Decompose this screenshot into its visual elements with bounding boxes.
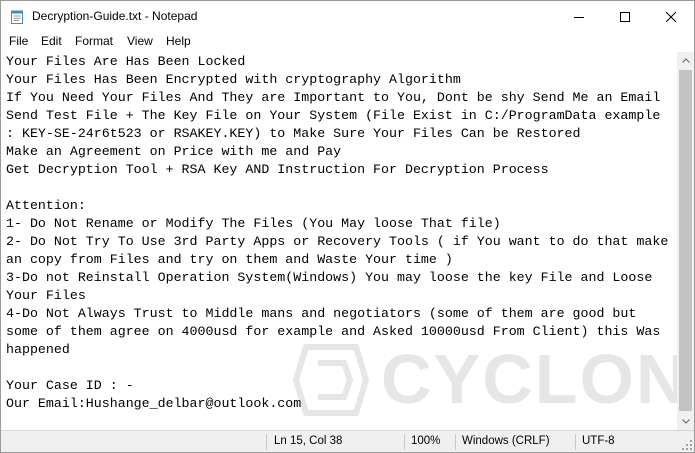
scroll-down-button[interactable] [677, 413, 694, 430]
menu-file[interactable]: File [9, 34, 28, 48]
text-line: Get Decryption Tool + RSA Key AND Instru… [6, 162, 549, 177]
title-bar[interactable]: Decryption-Guide.txt - Notepad [1, 1, 694, 32]
close-icon [666, 11, 676, 22]
text-line: Our Email:Hushange_delbar@outlook.com [6, 396, 302, 411]
status-bar: Ln 15, Col 38 100% Windows (CRLF) UTF-8 [1, 430, 694, 452]
text-line: 3-Do not Reinstall Operation System(Wind… [6, 270, 653, 285]
maximize-button[interactable] [602, 1, 648, 32]
status-divider [404, 434, 405, 450]
minimize-icon [574, 16, 584, 18]
chevron-up-icon [681, 58, 690, 63]
window-title: Decryption-Guide.txt - Notepad [32, 9, 198, 23]
text-line: Your Files Are Has Been Locked [6, 54, 246, 69]
close-button[interactable] [648, 1, 694, 32]
editor-content[interactable]: Your Files Are Has Been Locked Your Files… [6, 53, 668, 413]
text-line [6, 359, 668, 377]
menu-edit[interactable]: Edit [41, 34, 62, 48]
menu-help[interactable]: Help [166, 34, 191, 48]
text-line [6, 179, 668, 197]
text-line: 2- Do Not Try To Use 3rd Party Apps or R… [6, 234, 669, 249]
text-line: an copy from Files and try on them and W… [6, 252, 453, 267]
text-line: happened [6, 342, 70, 357]
minimize-button[interactable] [556, 1, 602, 32]
notepad-window: Decryption-Guide.txt - Notepad File Edit… [0, 0, 695, 453]
text-line: 4-Do Not Always Trust to Middle mans and… [6, 306, 637, 321]
text-line: Attention: [6, 198, 86, 213]
menu-view[interactable]: View [127, 34, 153, 48]
maximize-icon [620, 11, 630, 22]
cursor-position: Ln 15, Col 38 [274, 435, 343, 447]
encoding: UTF-8 [582, 435, 615, 447]
notepad-icon [11, 10, 23, 24]
line-ending: Windows (CRLF) [462, 435, 550, 447]
text-line: Your Files Has Been Encrypted with crypt… [6, 72, 461, 87]
scroll-up-button[interactable] [677, 52, 694, 69]
chevron-down-icon [681, 419, 690, 424]
status-divider [575, 434, 576, 450]
scrollbar-thumb[interactable] [679, 70, 692, 411]
vertical-scrollbar[interactable] [677, 52, 694, 430]
text-line: some of them agree on 4000usd for exampl… [6, 324, 661, 339]
resize-grip-icon[interactable] [682, 440, 692, 450]
text-line: Send Test File + The Key File on Your Sy… [6, 108, 661, 123]
text-line: 1- Do Not Rename or Modify The Files (Yo… [6, 216, 501, 231]
text-editor[interactable]: Your Files Are Has Been Locked Your Files… [1, 52, 677, 430]
text-line: : KEY-SE-24r6t523 or RSAKEY.KEY) to Make… [6, 126, 581, 141]
zoom-level: 100% [411, 435, 441, 447]
menu-format[interactable]: Format [75, 34, 113, 48]
status-divider [455, 434, 456, 450]
text-line: If You Need Your Files And They are Impo… [6, 90, 661, 105]
menu-bar: File Edit Format View Help [1, 32, 694, 52]
status-divider [266, 434, 267, 450]
text-line: Your Case ID : - [6, 378, 134, 393]
text-line: Make an Agreement on Price with me and P… [6, 144, 342, 159]
text-line: Your Files [6, 288, 86, 303]
